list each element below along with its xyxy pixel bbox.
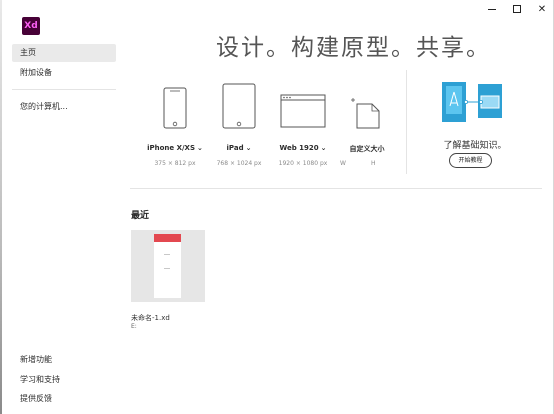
close-icon: ✕ [537,3,547,15]
learn-title: 了解基础知识。 [443,141,507,151]
height-input[interactable] [377,158,395,167]
chevron-down-icon[interactable]: ⌄ [197,144,203,152]
sidebar-item-devices[interactable]: 附加设备 [12,64,116,82]
start-tutorial-button[interactable]: 开始教程 [449,153,492,168]
custom-size-icon [351,98,380,129]
maximize-button[interactable] [503,0,531,18]
footer-whats-new-link[interactable]: 新增功能 [20,354,52,365]
sidebar-item-label: 附加设备 [20,68,52,77]
chevron-down-icon[interactable]: ⌄ [246,144,252,152]
footer-learn-support-link[interactable]: 学习和支持 [20,374,60,385]
maximize-icon [513,5,521,13]
phone-icon [163,87,187,129]
close-button[interactable]: ✕ [528,0,554,18]
learn-panel: 了解基础知识。 开始教程 [420,70,530,180]
footer-feedback-link[interactable]: 提供反馈 [20,393,52,404]
sidebar-item-label: 主页 [20,48,36,57]
tablet-icon [222,83,256,129]
recent-file-thumbnail[interactable] [131,230,205,302]
preset-label: 自定义大小 [349,145,385,153]
recent-file-name[interactable]: 未命名-1.xd [131,313,170,323]
preset-size: 768 × 1024 px [216,160,262,167]
width-input[interactable] [347,158,365,167]
thumbnail-header-bar [154,234,181,242]
preset-web[interactable]: Web 1920 ⌄ 1920 × 1080 px [270,70,336,180]
artboard-thumbnail [154,234,181,298]
preset-label: Web 1920 ⌄ [279,144,327,152]
page-title: 设计。构建原型。共享。 [216,35,491,61]
preset-iphone[interactable]: iPhone X/XS ⌄ 375 × 812 px [142,70,208,180]
section-divider [130,188,542,189]
recent-heading: 最近 [131,211,150,221]
xd-start-window: ✕ Xd 主页 附加设备 您的计算机... 新增功能 学习和支持 提供反馈 设计… [0,0,554,414]
sidebar-item-label: 您的计算机... [20,102,68,111]
sidebar-item-home[interactable]: 主页 [12,44,116,62]
preset-label: iPad ⌄ [226,144,252,152]
width-label: W [340,160,346,167]
section-divider [406,70,407,174]
browser-icon [280,94,326,128]
preset-size: 375 × 812 px [154,160,196,167]
artboard-presets: iPhone X/XS ⌄ 375 × 812 px iPad ⌄ 768 × 10… [130,70,402,186]
preset-label: iPhone X/XS ⌄ [147,144,203,152]
minimize-button[interactable] [478,0,506,18]
sidebar-item-computer[interactable]: 您的计算机... [12,98,116,116]
tutorial-illustration [442,82,502,122]
preset-custom[interactable]: 自定义大小 W H [334,70,400,180]
sidebar-divider [12,89,116,90]
chevron-down-icon[interactable]: ⌄ [321,144,327,152]
height-label: H [371,160,376,167]
minimize-icon [488,8,496,10]
recent-file-location: E: [131,323,137,330]
preset-size: 1920 × 1080 px [278,160,328,167]
thumbnail-line [164,268,170,269]
sidebar: Xd 主页 附加设备 您的计算机... 新增功能 学习和支持 提供反馈 [2,0,120,414]
xd-logo: Xd [22,17,40,35]
thumbnail-line [164,254,170,255]
preset-ipad[interactable]: iPad ⌄ 768 × 1024 px [206,70,272,180]
